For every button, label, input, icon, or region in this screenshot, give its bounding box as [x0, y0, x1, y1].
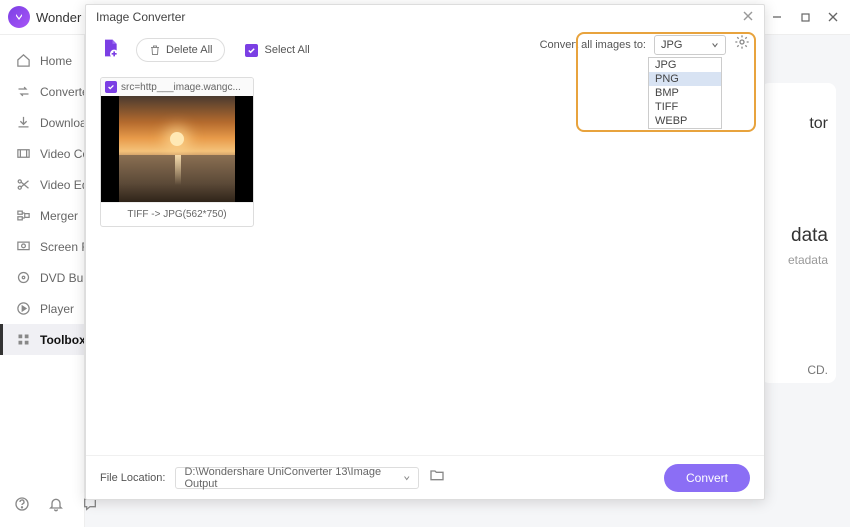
- select-all-label: Select All: [264, 44, 309, 56]
- sidebar-item-video-editor[interactable]: Video Ed: [0, 169, 84, 200]
- sidebar-item-screen-recorder[interactable]: Screen R: [0, 231, 84, 262]
- sidebar-item-converter[interactable]: Converte: [0, 76, 84, 107]
- modal-footer: File Location: D:\Wondershare UniConvert…: [86, 455, 764, 499]
- sidebar-item-label: Screen R: [40, 240, 85, 254]
- convert-icon: [14, 83, 32, 101]
- sidebar-item-label: DVD Bur: [40, 271, 85, 285]
- trash-icon: [149, 44, 161, 56]
- modal-header: Image Converter: [86, 5, 764, 29]
- image-item-header: src=http___image.wangc...: [101, 78, 253, 96]
- format-select[interactable]: JPG: [654, 35, 726, 55]
- checkbox-checked-icon: [245, 44, 258, 57]
- main-maximize-button[interactable]: [796, 8, 814, 26]
- sidebar-item-label: Merger: [40, 209, 78, 223]
- image-thumbnail: [101, 96, 253, 202]
- disc-icon: [14, 269, 32, 287]
- image-converter-modal: Image Converter Delete All Select All Co…: [85, 4, 765, 500]
- chevron-down-icon: [403, 474, 411, 482]
- delete-all-button[interactable]: Delete All: [136, 38, 225, 62]
- app-logo: [8, 6, 30, 28]
- convert-all-label: Convert all images to:: [540, 39, 646, 51]
- help-icon[interactable]: [14, 496, 30, 517]
- grid-icon: [14, 331, 32, 349]
- modal-close-button[interactable]: [742, 9, 754, 25]
- settings-button[interactable]: [734, 34, 750, 55]
- open-folder-button[interactable]: [429, 467, 445, 488]
- format-dropdown: JPG PNG BMP TIFF WEBP: [648, 57, 722, 129]
- sidebar-item-video-compressor[interactable]: Video Co: [0, 138, 84, 169]
- delete-all-label: Delete All: [166, 44, 212, 56]
- sidebar-item-home[interactable]: Home: [0, 45, 84, 76]
- sidebar-item-label: Toolbox: [40, 333, 85, 347]
- format-option-tiff[interactable]: TIFF: [649, 100, 721, 114]
- scissors-icon: [14, 176, 32, 194]
- file-location-path: D:\Wondershare UniConverter 13\Image Out…: [184, 466, 402, 490]
- main-minimize-button[interactable]: [768, 8, 786, 26]
- modal-title: Image Converter: [96, 10, 185, 24]
- screen-record-icon: [14, 238, 32, 256]
- bg-text: CD.: [769, 363, 828, 377]
- sidebar-item-downloader[interactable]: Downloa: [0, 107, 84, 138]
- convert-button[interactable]: Convert: [664, 464, 750, 492]
- app-title: Wonder: [36, 10, 81, 25]
- bg-text: etadata: [769, 253, 828, 267]
- select-all-checkbox[interactable]: Select All: [245, 44, 309, 57]
- chevron-down-icon: [711, 41, 719, 49]
- sidebar-item-merger[interactable]: Merger: [0, 200, 84, 231]
- format-option-bmp[interactable]: BMP: [649, 86, 721, 100]
- format-option-png[interactable]: PNG: [649, 72, 721, 86]
- video-compress-icon: [14, 145, 32, 163]
- sidebar-item-label: Home: [40, 54, 72, 68]
- bg-text: tor: [769, 115, 828, 133]
- main-close-button[interactable]: [824, 8, 842, 26]
- bell-icon[interactable]: [48, 496, 64, 517]
- convert-button-label: Convert: [686, 471, 728, 485]
- sidebar-item-label: Converte: [40, 85, 85, 99]
- sidebar: Home Converte Downloa Video Co Video Ed …: [0, 35, 85, 527]
- format-option-webp[interactable]: WEBP: [649, 114, 721, 128]
- sidebar-item-dvd-burner[interactable]: DVD Bur: [0, 262, 84, 293]
- home-icon: [14, 52, 32, 70]
- sidebar-item-player[interactable]: Player: [0, 293, 84, 324]
- format-option-jpg[interactable]: JPG: [649, 58, 721, 72]
- image-filename: src=http___image.wangc...: [121, 82, 241, 93]
- image-item[interactable]: src=http___image.wangc... TIFF -> JPG(56…: [100, 77, 254, 227]
- merge-icon: [14, 207, 32, 225]
- file-location-select[interactable]: D:\Wondershare UniConverter 13\Image Out…: [175, 467, 419, 489]
- format-selected-value: JPG: [661, 39, 682, 51]
- sidebar-item-label: Player: [40, 302, 74, 316]
- play-icon: [14, 300, 32, 318]
- bg-text: data: [769, 225, 828, 247]
- image-caption: TIFF -> JPG(562*750): [101, 202, 253, 226]
- download-icon: [14, 114, 32, 132]
- sidebar-item-toolbox[interactable]: Toolbox: [0, 324, 84, 355]
- item-checkbox[interactable]: [105, 81, 117, 93]
- sidebar-item-label: Video Ed: [40, 178, 85, 192]
- sidebar-item-label: Downloa: [40, 116, 85, 130]
- background-card: tor data etadata CD.: [761, 83, 836, 383]
- file-location-label: File Location:: [100, 472, 165, 484]
- sidebar-item-label: Video Co: [40, 147, 85, 161]
- add-file-button[interactable]: [100, 38, 120, 63]
